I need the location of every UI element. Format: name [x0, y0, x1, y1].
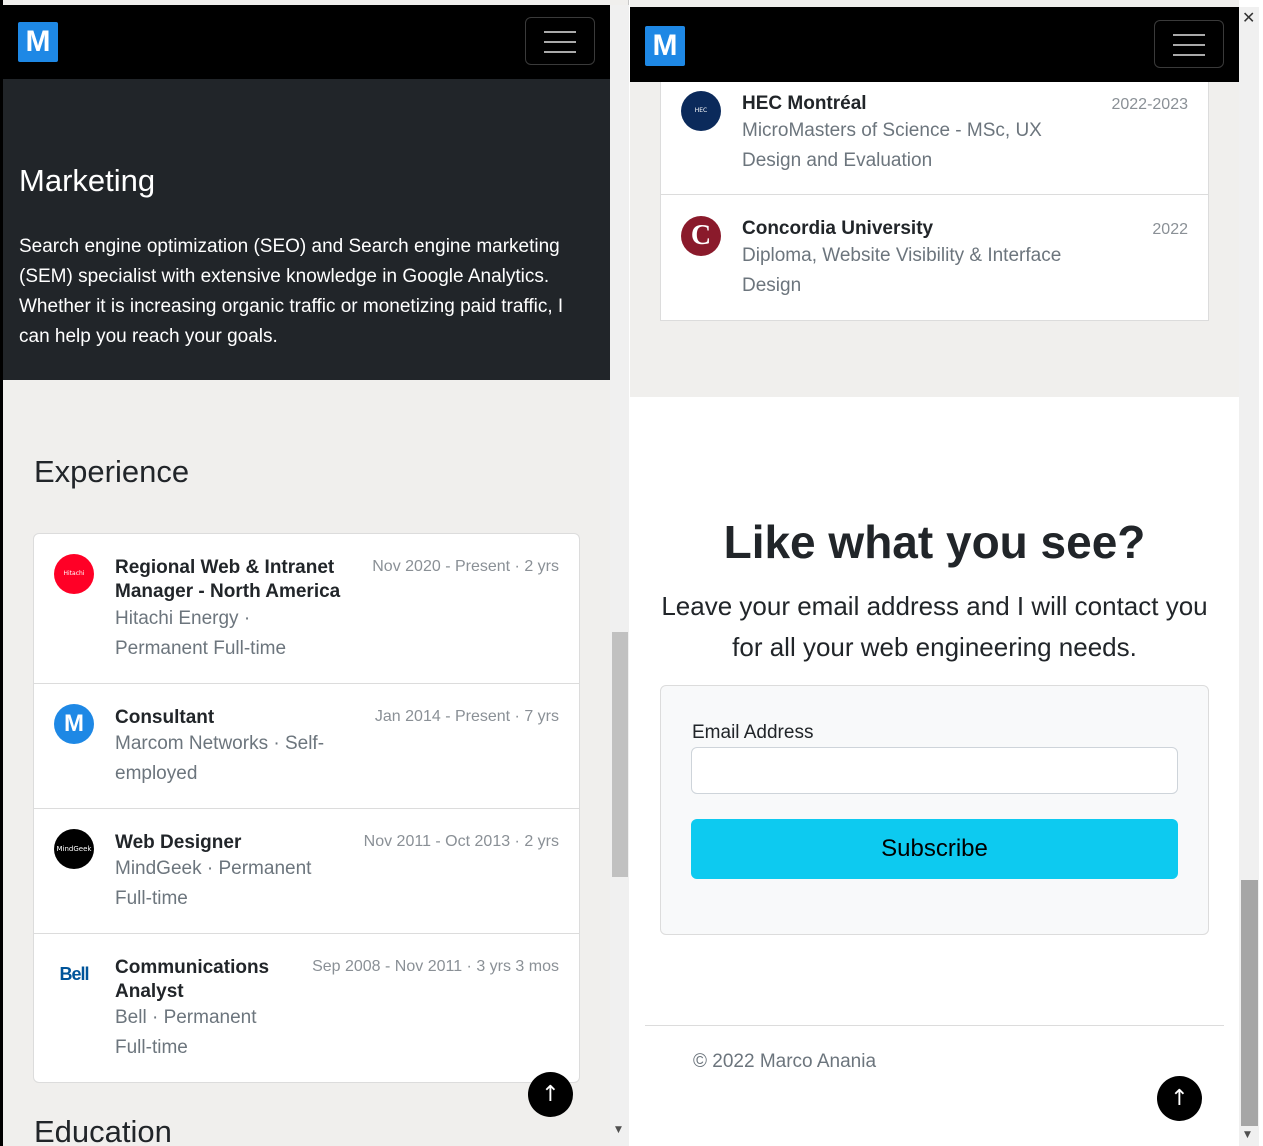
hamburger-icon-bar — [544, 51, 576, 53]
job-role: Communications Analyst — [115, 957, 270, 1002]
list-item: MindGeek Web Designer MindGeek · Permane… — [34, 809, 579, 934]
job-company: Bell · Permanent Full-time — [115, 1007, 257, 1058]
menu-toggle-button[interactable] — [1154, 20, 1224, 68]
left-navbar: M — [3, 5, 610, 79]
hamburger-icon — [1173, 34, 1205, 36]
subscribe-form: Email Address Subscribe — [660, 685, 1209, 935]
degree: Diploma, Website Visibility & Interface … — [742, 245, 1062, 296]
job-role: Regional Web & Intranet Manager - North … — [115, 557, 341, 602]
right-navbar: M — [630, 7, 1239, 82]
right-scrollbar-thumb[interactable] — [1241, 880, 1258, 1126]
back-to-top-button[interactable]: ↑ — [528, 1072, 573, 1117]
job-company: Hitachi Energy · Permanent Full-time — [115, 608, 287, 659]
footer-copyright: © 2022 Marco Anania — [693, 1051, 877, 1072]
school-name: Concordia University — [742, 218, 934, 239]
email-label: Email Address — [692, 722, 814, 743]
hamburger-icon — [544, 31, 576, 33]
brand-logo[interactable]: M — [18, 22, 58, 62]
experience-list: Hitachi Energy Regional Web & Intranet M… — [33, 533, 580, 1083]
education-heading: Education — [34, 1114, 172, 1146]
hamburger-icon-bar — [1173, 44, 1205, 46]
degree: MicroMasters of Science - MSc, UX Design… — [742, 120, 1042, 171]
education-list: HEC MONTRÉAL HEC Montréal MicroMasters o… — [660, 82, 1209, 321]
cta-title: Like what you see? — [723, 516, 1146, 568]
job-company: MindGeek · Permanent Full-time — [115, 858, 312, 909]
list-item: Bell Communications Analyst Bell · Perma… — [34, 934, 579, 1082]
concordia-logo-icon: C — [681, 216, 721, 256]
marcom-logo-icon: M — [54, 704, 94, 744]
experience-heading: Experience — [34, 454, 190, 489]
arrow-up-icon: ↑ — [541, 1082, 560, 1107]
right-top-strip — [630, 0, 1239, 7]
brand-logo[interactable]: M — [645, 26, 685, 66]
hamburger-icon-bar — [1173, 54, 1205, 56]
left-scrollbar[interactable] — [610, 5, 629, 1146]
list-item: Hitachi Energy Regional Web & Intranet M… — [34, 534, 579, 684]
job-company: Marcom Networks · Self-employed — [115, 733, 325, 784]
hec-logo-icon: HEC MONTRÉAL — [681, 91, 721, 154]
school-years: 2022-2023 — [1111, 96, 1188, 113]
scroll-down-arrow-icon[interactable]: ▼ — [615, 1125, 622, 1135]
job-role: Web Designer — [115, 832, 242, 853]
list-item: C Concordia University Diploma, Website … — [661, 195, 1208, 320]
hero-section: Marketing Search engine optimization (SE… — [3, 79, 610, 380]
back-to-top-button[interactable]: ↑ — [1157, 1076, 1202, 1121]
hitachi-logo-icon: Hitachi Energy — [54, 554, 94, 617]
arrow-up-icon: ↑ — [1170, 1086, 1189, 1111]
job-date: Jan 2014 - Present · 7 yrs — [374, 708, 559, 725]
list-item: M Consultant Marcom Networks · Self-empl… — [34, 684, 579, 809]
mindgeek-logo-icon: MindGeek — [54, 829, 94, 869]
footer-divider — [645, 1025, 1224, 1026]
menu-toggle-button[interactable] — [525, 17, 595, 65]
job-date: Nov 2011 - Oct 2013 · 2 yrs — [363, 833, 559, 850]
school-name: HEC Montréal — [742, 93, 867, 114]
school-years: 2022 — [1152, 221, 1188, 238]
cta-text: Leave your email address and I will cont… — [661, 591, 1208, 662]
subscribe-button[interactable]: Subscribe — [691, 819, 1178, 879]
job-date: Nov 2020 - Present · 2 yrs — [372, 558, 559, 575]
bell-logo-icon: Bell — [59, 964, 89, 984]
scroll-down-arrow-icon[interactable]: ▼ — [1244, 1130, 1251, 1140]
hamburger-icon-bar — [544, 41, 576, 43]
email-field[interactable] — [691, 747, 1178, 794]
job-date: Sep 2008 - Nov 2011 · 3 yrs 3 mos — [312, 958, 559, 975]
hero-description: Search engine optimization (SEO) and Sea… — [19, 236, 564, 347]
list-item: HEC MONTRÉAL HEC Montréal MicroMasters o… — [661, 82, 1208, 195]
hero-title: Marketing — [19, 163, 156, 198]
job-role: Consultant — [115, 707, 215, 728]
close-icon[interactable]: ✕ — [1242, 8, 1255, 27]
left-scrollbar-thumb[interactable] — [612, 632, 628, 877]
